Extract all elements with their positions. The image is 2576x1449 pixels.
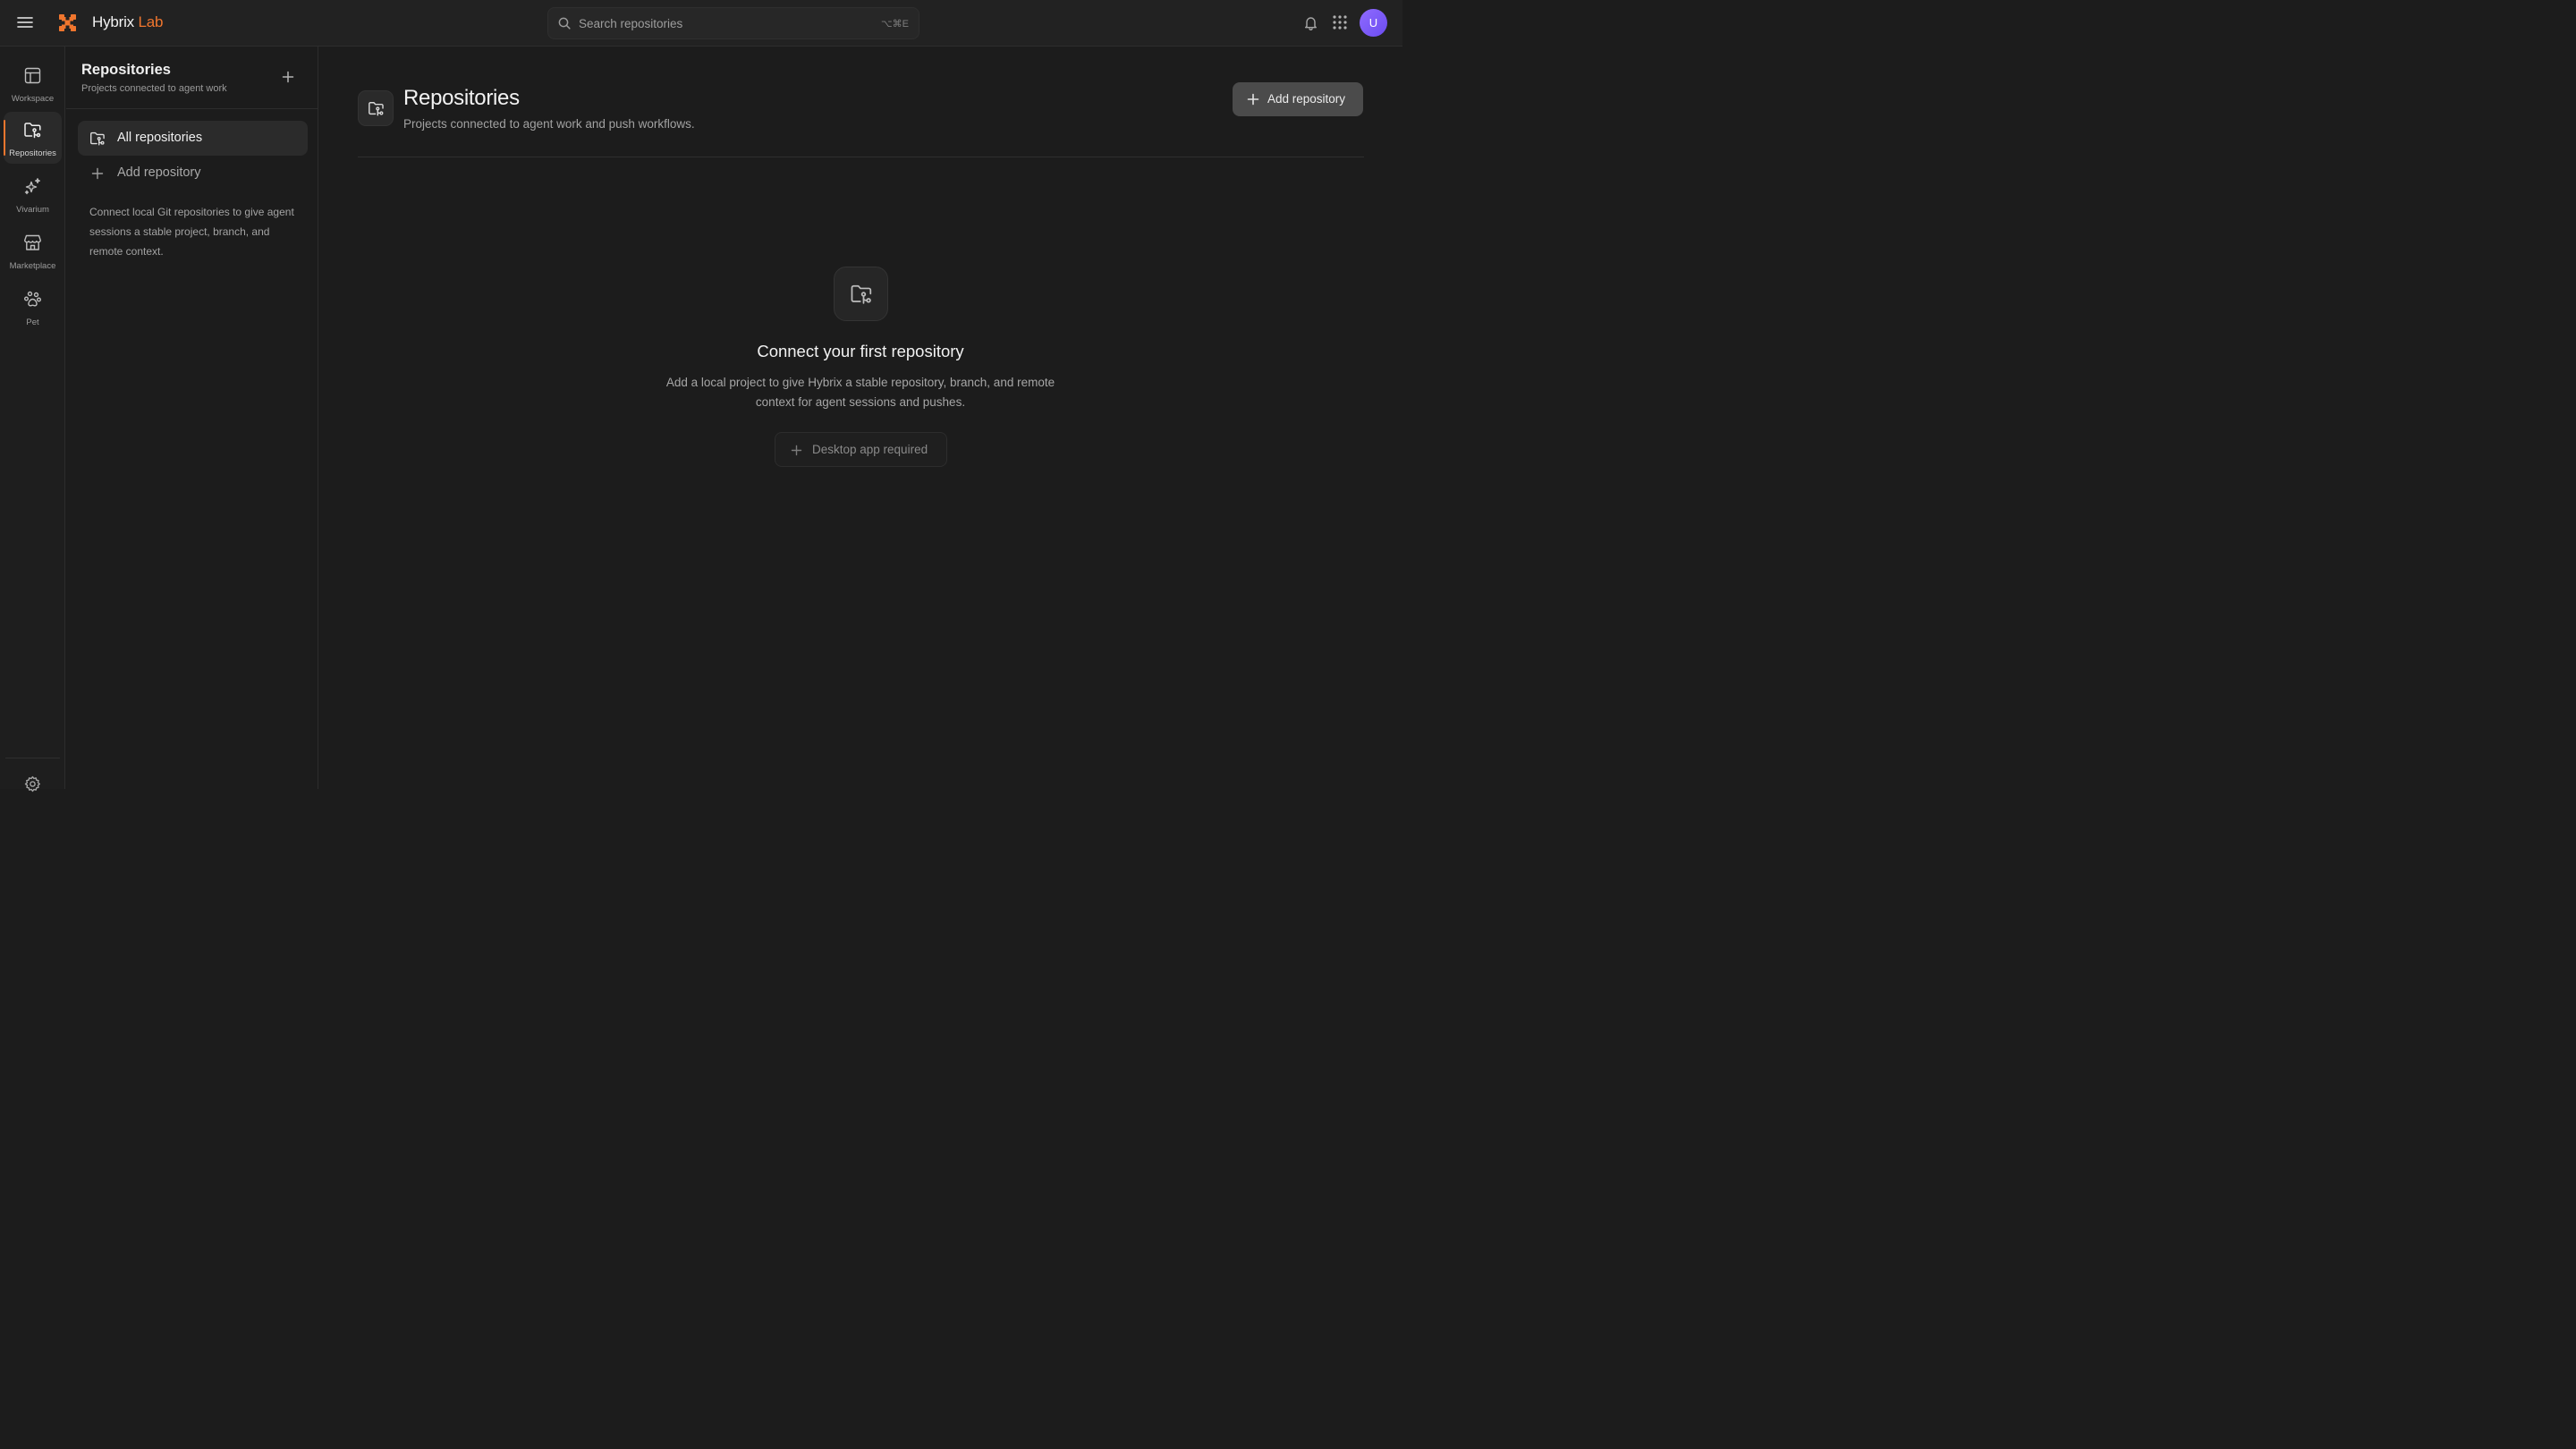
- plus-icon: [91, 167, 104, 180]
- rail-item-workspace[interactable]: Workspace: [4, 57, 62, 109]
- nav-rail: Workspace Repositories Vivarium Marketpl…: [0, 47, 65, 792]
- rail-item-label: Repositories: [9, 148, 56, 158]
- brand-name: Hybrix Lab: [92, 13, 163, 31]
- repository-folder-icon: [834, 267, 888, 321]
- search-shortcut: ⌥⌘E: [880, 19, 909, 30]
- nav-label: All repositories: [117, 131, 203, 145]
- panel-add-button[interactable]: [281, 70, 295, 84]
- rail-item-pet[interactable]: Pet: [4, 281, 62, 333]
- apps-grid-icon[interactable]: [1332, 14, 1348, 30]
- menu-icon[interactable]: [16, 13, 34, 31]
- brand-primary: Hybrix: [92, 13, 134, 30]
- nav-label: Add repository: [117, 165, 201, 180]
- main-content: Repositories Projects connected to agent…: [319, 47, 1402, 789]
- repository-folder-icon: [89, 131, 106, 147]
- gear-icon[interactable]: [24, 775, 41, 792]
- sparkles-icon: [23, 177, 42, 196]
- search-icon: [558, 17, 571, 30]
- desktop-app-required-button[interactable]: Desktop app required: [775, 432, 947, 467]
- rail-item-vivarium[interactable]: Vivarium: [4, 168, 62, 220]
- plus-icon: [791, 445, 802, 456]
- add-repository-label: Add repository: [1267, 92, 1346, 106]
- workspace-icon: [23, 66, 42, 85]
- storefront-icon: [23, 233, 42, 252]
- panel-title: Repositories: [81, 62, 171, 78]
- panel-header: Repositories Projects connected to agent…: [66, 47, 318, 109]
- search-placeholder: Search repositories: [579, 17, 683, 30]
- repositories-panel: Repositories Projects connected to agent…: [66, 47, 318, 789]
- rail-item-label: Marketplace: [9, 261, 56, 271]
- rail-item-label: Vivarium: [16, 205, 49, 215]
- rail-item-label: Workspace: [11, 94, 55, 104]
- panel-help-text: Connect local Git repositories to give a…: [89, 206, 294, 258]
- empty-state-title: Connect your first repository: [757, 342, 964, 360]
- page-title: Repositories: [403, 86, 520, 110]
- add-repository-button[interactable]: Add repository: [1233, 82, 1363, 116]
- empty-state-description: Add a local project to give Hybrix a sta…: [665, 376, 1055, 409]
- page-subtitle: Projects connected to agent work and pus…: [403, 117, 695, 131]
- brand-accent: Lab: [138, 13, 164, 30]
- repository-folder-icon: [23, 121, 42, 140]
- hybrix-logo[interactable]: [59, 14, 76, 31]
- repository-folder-icon: [358, 90, 394, 126]
- top-bar: Hybrix Lab Search repositories ⌥⌘E U: [0, 0, 1402, 47]
- bell-icon[interactable]: [1303, 15, 1318, 30]
- paw-icon: [23, 290, 42, 309]
- avatar[interactable]: U: [1360, 9, 1387, 37]
- rail-item-marketplace[interactable]: Marketplace: [4, 225, 62, 276]
- desktop-app-required-label: Desktop app required: [812, 443, 928, 456]
- nav-add-repository[interactable]: Add repository: [78, 157, 308, 191]
- plus-icon: [1247, 93, 1259, 106]
- rail-item-label: Pet: [26, 318, 39, 327]
- nav-all-repositories[interactable]: All repositories: [78, 121, 308, 156]
- search-input[interactable]: Search repositories ⌥⌘E: [547, 7, 919, 39]
- panel-subtitle: Projects connected to agent work: [81, 83, 227, 94]
- rail-item-repositories[interactable]: Repositories: [4, 112, 62, 164]
